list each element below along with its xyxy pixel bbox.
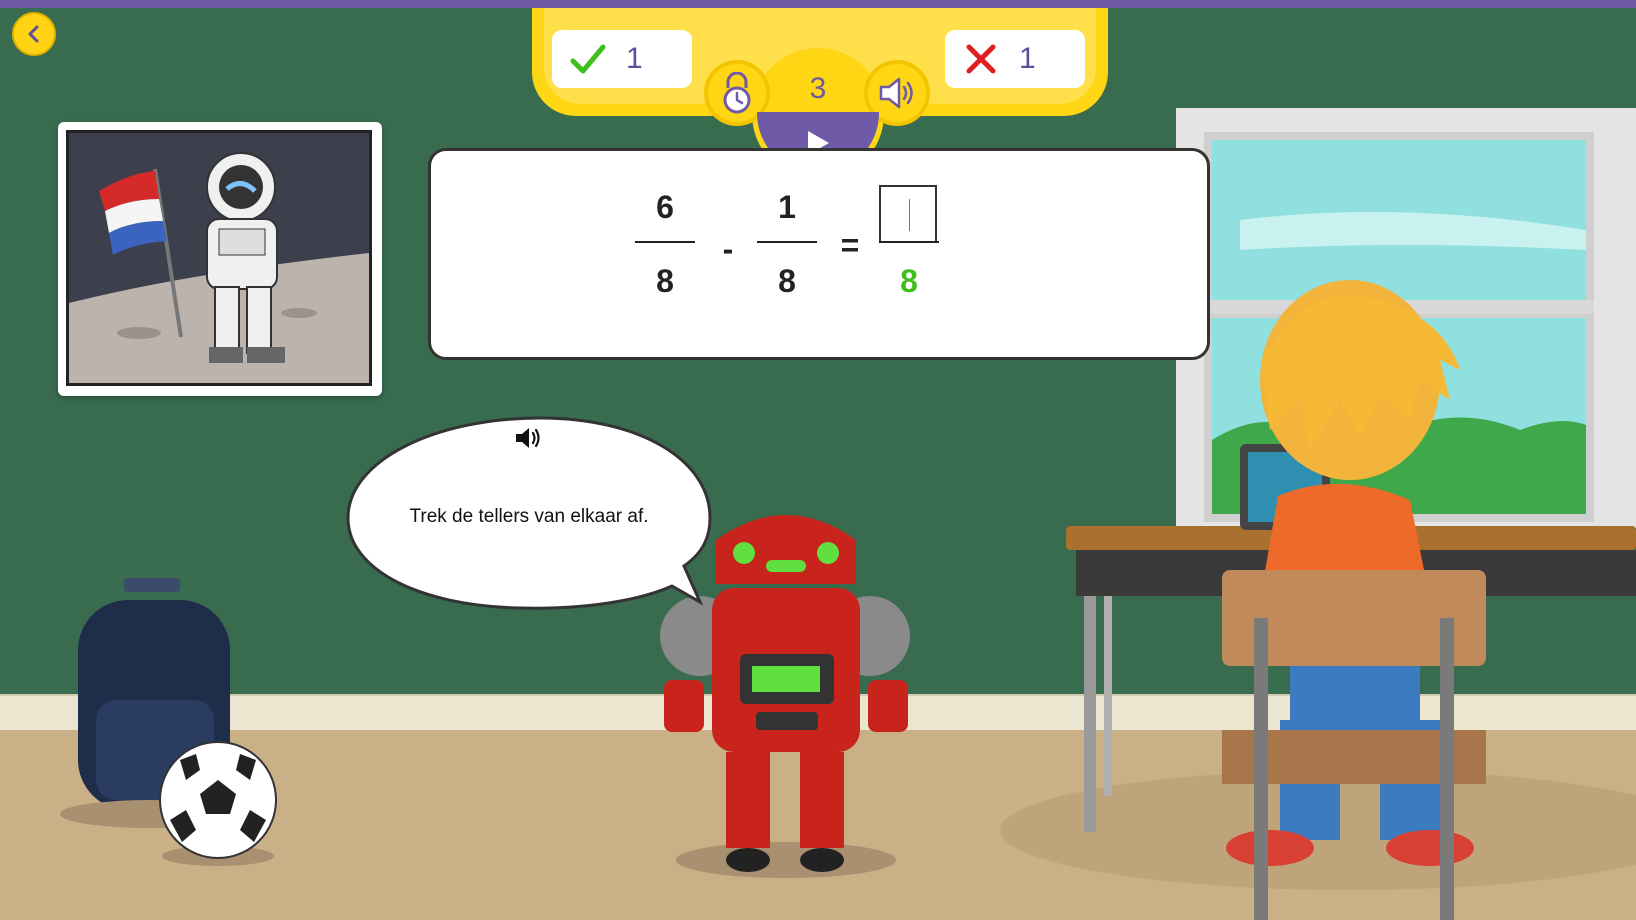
answer-numerator-input[interactable] bbox=[879, 185, 937, 243]
correct-count: 1 bbox=[626, 42, 643, 75]
astronaut-moon-image bbox=[69, 133, 369, 383]
correct-score: 1 bbox=[552, 30, 692, 88]
speech-bubble-text: Trek de tellers van elkaar af. bbox=[409, 506, 649, 527]
chair-illustration bbox=[1222, 570, 1486, 920]
fraction-line bbox=[757, 241, 817, 243]
fraction-left-numerator: 6 bbox=[656, 189, 674, 225]
equals-sign: = bbox=[840, 227, 860, 263]
wrong-score: 1 bbox=[945, 30, 1085, 88]
wrong-count: 1 bbox=[1019, 42, 1036, 75]
fraction-line bbox=[635, 241, 695, 243]
illustration-card bbox=[58, 122, 382, 396]
back-button[interactable] bbox=[12, 12, 56, 56]
text-caret bbox=[909, 199, 910, 231]
minus-operator: - bbox=[722, 231, 734, 267]
football-illustration bbox=[159, 741, 277, 866]
fraction-answer-denominator: 8 bbox=[900, 263, 918, 299]
fraction-right-denominator: 8 bbox=[778, 263, 796, 299]
speech-sound-button[interactable] bbox=[514, 424, 544, 452]
check-icon bbox=[570, 44, 606, 74]
fraction-right-numerator: 1 bbox=[778, 189, 796, 225]
speaker-icon bbox=[879, 77, 913, 109]
fraction-line bbox=[879, 241, 939, 243]
equation-panel: 6 8 - 1 8 = 8 bbox=[428, 148, 1210, 360]
speaker-icon bbox=[516, 428, 540, 448]
astronaut-picture bbox=[66, 130, 372, 386]
chevron-left-icon bbox=[28, 25, 39, 43]
lock-clock-icon bbox=[723, 72, 751, 114]
fraction-left-denominator: 8 bbox=[656, 263, 674, 299]
cross-icon bbox=[966, 44, 996, 74]
robot-illustration bbox=[660, 515, 910, 878]
